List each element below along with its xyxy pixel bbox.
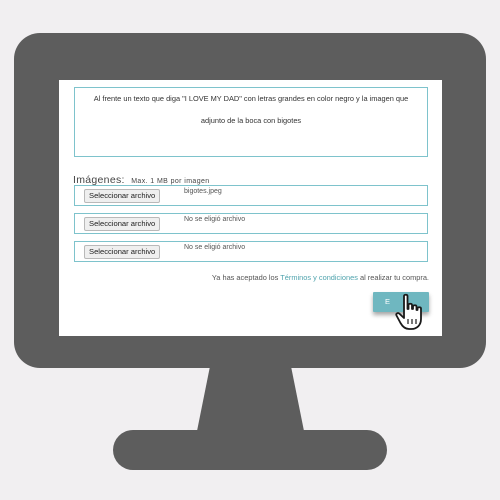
image-upload-2: Seleccionar archivo No se eligió archivo <box>74 213 428 234</box>
terms-notice: Ya has aceptado los Términos y condicion… <box>212 273 429 282</box>
select-file-button-1[interactable]: Seleccionar archivo <box>84 189 161 203</box>
image-upload-3: Seleccionar archivo No se eligió archivo <box>74 241 428 262</box>
message-line-2: adjunto de la boca con bigotes <box>200 116 302 125</box>
file-status-1: bigotes.jpeg <box>184 188 222 195</box>
submit-button-label: E <box>385 297 392 306</box>
terms-suffix: al realizar tu compra. <box>359 273 429 282</box>
file-status-3: No se eligió archivo <box>184 244 246 251</box>
terms-link[interactable]: Términos y condiciones <box>280 273 358 282</box>
illustration: Al frente un texto que diga "I LOVE MY D… <box>0 0 500 500</box>
select-file-button-3[interactable]: Seleccionar archivo <box>84 245 161 259</box>
monitor-stand-neck <box>196 360 305 436</box>
monitor-screen: Al frente un texto que diga "I LOVE MY D… <box>59 80 442 336</box>
file-status-2: No se eligió archivo <box>184 216 246 223</box>
message-line-1: Al frente un texto que diga "I LOVE MY D… <box>93 94 409 103</box>
custom-message-textarea[interactable]: Al frente un texto que diga "I LOVE MY D… <box>74 87 428 157</box>
images-size-hint: Max. 1 MB por imagen <box>131 178 210 185</box>
terms-prefix: Ya has aceptado los <box>211 273 279 282</box>
hand-pointer-icon <box>395 293 422 330</box>
monitor-stand-base <box>113 430 387 470</box>
image-upload-1: Seleccionar archivo bigotes.jpeg <box>74 185 428 206</box>
select-file-button-2[interactable]: Seleccionar archivo <box>84 217 161 231</box>
